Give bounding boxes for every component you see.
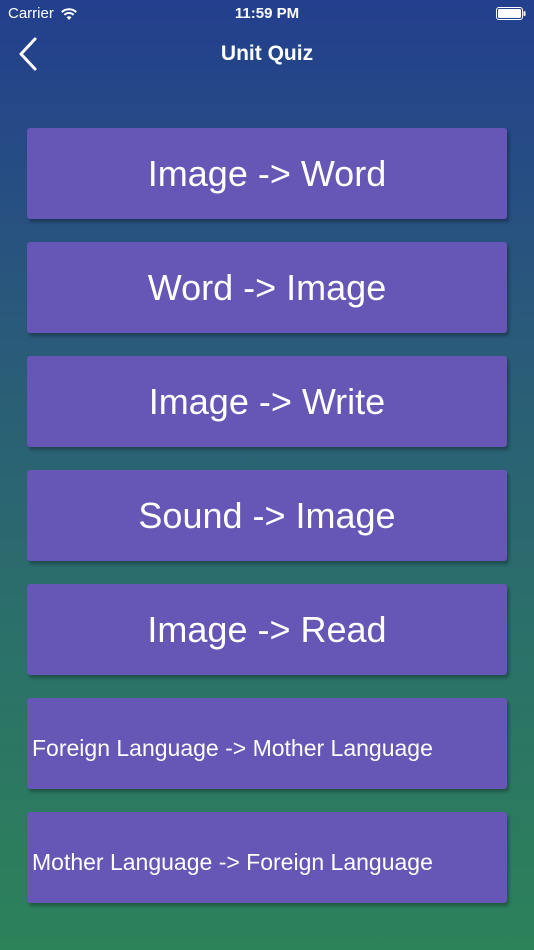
quiz-image-to-word-button[interactable]: Image -> Word [27, 128, 507, 219]
quiz-image-to-write-button[interactable]: Image -> Write [27, 356, 507, 447]
quiz-word-to-image-button[interactable]: Word -> Image [27, 242, 507, 333]
page-title: Unit Quiz [220, 42, 314, 65]
status-time: 11:59 PM [234, 5, 300, 22]
navigation-bar: Unit Quiz [0, 28, 534, 80]
status-bar: Carrier 11:59 PM [0, 0, 534, 28]
battery-icon [496, 7, 526, 20]
quiz-image-to-read-button[interactable]: Image -> Read [27, 584, 507, 675]
quiz-mode-list: Image -> Word Word -> Image Image -> Wri… [27, 128, 507, 926]
quiz-foreign-to-mother-button[interactable]: Foreign Language -> Mother Language [27, 698, 507, 789]
quiz-mother-to-foreign-button[interactable]: Mother Language -> Foreign Language [27, 812, 507, 903]
quiz-sound-to-image-button[interactable]: Sound -> Image [27, 470, 507, 561]
